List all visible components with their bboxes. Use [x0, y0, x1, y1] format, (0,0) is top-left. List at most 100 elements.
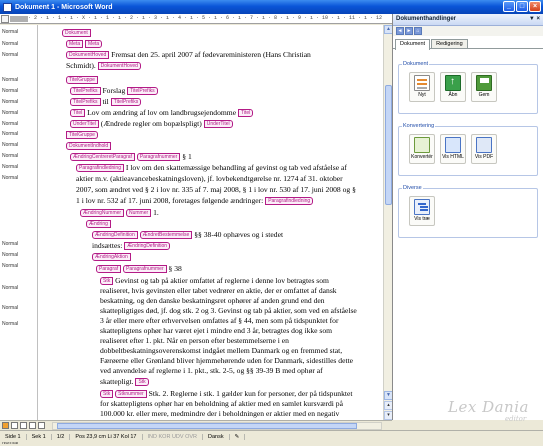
document-text: I lov om den skattemæssige behandling af…	[125, 163, 347, 172]
convert-button-label: Konvertér	[411, 154, 433, 160]
print-view-icon[interactable]	[20, 422, 27, 429]
scroll-thumb[interactable]	[385, 85, 392, 205]
home-icon[interactable]: ⌂	[414, 27, 422, 35]
xml-tag-dokument[interactable]: Dokument	[62, 29, 91, 37]
minimize-button[interactable]: _	[503, 1, 515, 12]
document-text: ved anvendelse af reglerne i 1. pkt., st…	[100, 366, 323, 375]
xml-tag-dokumentindhold[interactable]: DokumentIndhold	[66, 142, 112, 150]
xml-tag-paragraf[interactable]: Paragraf	[96, 265, 122, 273]
view-tree-button[interactable]: Vis træ	[409, 196, 435, 226]
maximize-button[interactable]: □	[516, 1, 528, 12]
new-button-label: Nyt	[418, 92, 426, 98]
open-arrow-icon	[445, 75, 461, 91]
tab-redigering[interactable]: Redigering	[431, 39, 468, 48]
normal-view-icon[interactable]	[2, 422, 9, 429]
web-view-icon[interactable]	[11, 422, 18, 429]
save-button[interactable]: Gem	[471, 72, 497, 102]
convert-icon	[414, 137, 430, 153]
xml-tag-undertitel[interactable]: UnderTitel	[70, 120, 99, 128]
task-pane-close-icon[interactable]: ▼ ×	[529, 16, 540, 22]
ruler-margin	[10, 16, 28, 22]
reading-view-icon[interactable]	[38, 422, 45, 429]
outline-view-icon[interactable]	[29, 422, 36, 429]
group-title: Konvertering	[402, 123, 436, 129]
xml-tag-titel[interactable]: Titel	[70, 109, 86, 117]
style-name: Normal	[2, 305, 19, 311]
xml-tag-undertitel-close[interactable]: UnderTitel	[203, 120, 233, 128]
word-app-icon[interactable]	[3, 2, 12, 12]
horizontal-scroll-thumb[interactable]	[57, 423, 357, 429]
xml-tag-titelprefiks-close[interactable]: TitelPrefiks	[110, 98, 142, 106]
xml-tag-titelgruppe[interactable]: TitelGruppe	[66, 76, 98, 84]
document-text: 100.000 kr. eller mere, medmindre der i …	[100, 409, 340, 418]
xml-tag-stk-close[interactable]: Stk	[135, 378, 149, 386]
new-document-icon	[414, 75, 430, 91]
convert-button[interactable]: Konvertér	[409, 134, 435, 164]
document-text: Stk. 2.	[148, 389, 169, 398]
document-text: § 1	[182, 152, 192, 161]
document-text: Gevinst og tab på aktier omfattet af reg…	[115, 276, 329, 285]
style-name: Normal	[2, 263, 19, 269]
xml-tag-aendringaktion[interactable]: ÆndringAktion	[92, 253, 131, 261]
style-name: Normal	[2, 77, 19, 83]
style-area: Normal Normal Normal Normal Normal Norma…	[0, 25, 38, 446]
style-name: Normal	[2, 175, 19, 181]
xml-tag-dokumenthoved-close[interactable]: DokumentHoved	[97, 62, 141, 70]
style-name: Normal	[2, 164, 19, 170]
document-text: Schmidt).	[66, 61, 96, 70]
open-button[interactable]: Åbn	[440, 72, 466, 102]
status-position: Pos 23,9 cm Li 37 Kol 17	[70, 433, 143, 440]
forward-arrow-icon[interactable]: ►	[405, 27, 413, 35]
xml-tag-titelprefiks[interactable]: TitelPrefiks	[70, 98, 101, 106]
view-html-button-label: Vis HTML	[442, 154, 464, 160]
document-area[interactable]: Normal Normal Normal Normal Normal Norma…	[0, 25, 393, 446]
xml-tag-aendringdefinition[interactable]: ÆndringDefinition	[92, 231, 138, 239]
style-name: Normal	[2, 142, 19, 148]
xml-tag-stk[interactable]: Stk	[100, 277, 114, 285]
xml-tag-paragrafindledning-close[interactable]: Paragrafindledning	[265, 197, 314, 205]
tab-stop-selector[interactable]	[1, 15, 9, 23]
document-text: ophæves og i stedet	[223, 230, 284, 239]
task-pane-tabs: Dokument Redigering	[393, 36, 543, 50]
xml-tag-aendringcentreretparagraf[interactable]: ÆndringCentreretParagraf	[70, 153, 135, 161]
document-page[interactable]: Dokument Meta Meta DokumentHoved Fremsat…	[40, 25, 382, 420]
window-title: Dokument 1 - Microsoft Word	[15, 3, 113, 11]
xml-tag-stk[interactable]: Stk	[100, 390, 114, 398]
xml-tag-paragrafindledning[interactable]: Paragrafindledning	[76, 164, 124, 172]
xml-tag-paragrafnummer[interactable]: Paragrafnummer	[136, 153, 181, 161]
xml-tag-aendring[interactable]: Ændring	[86, 220, 111, 228]
horizontal-ruler[interactable]: · 2 · ı · 1 · ı · X · ı · 1 · ı · 2 · ı …	[0, 14, 392, 24]
back-arrow-icon[interactable]: ◄	[396, 27, 404, 35]
xml-tag-titelprefiks[interactable]: TitelPrefiks	[70, 87, 101, 95]
status-page-count: 1/2	[52, 433, 71, 440]
document-text: 1 i lov nr. 532 af 17. juni 2008, foreta…	[76, 196, 264, 205]
close-button[interactable]: ×	[529, 1, 541, 12]
status-section: Sek 1	[27, 433, 52, 440]
vertical-scrollbar[interactable]: ▲ ▼ ▴ ▾	[383, 25, 393, 420]
xml-tag-titelgruppe-close[interactable]: TitelGruppe	[66, 131, 98, 139]
view-html-button[interactable]: Vis HTML	[440, 134, 466, 164]
document-text: (Ændrede regler om bopælspligt)	[100, 119, 202, 128]
xml-tag-meta-close[interactable]: Meta	[85, 40, 103, 48]
save-button-label: Gem	[478, 92, 490, 98]
horizontal-scrollbar[interactable]	[52, 422, 382, 430]
xml-tag-paragrafnummer[interactable]: Paragrafnummer	[123, 265, 167, 273]
xml-tag-aendringnummer[interactable]: ÆndringNummer	[80, 209, 125, 217]
spelling-status-icon[interactable]: ✎	[230, 433, 246, 440]
group-title: Dokument	[402, 61, 430, 67]
xml-tag-meta[interactable]: Meta	[66, 40, 84, 48]
xml-tag-titel-close[interactable]: Titel	[237, 109, 254, 117]
tab-dokument[interactable]: Dokument	[395, 39, 431, 50]
document-text: Forslag	[102, 86, 126, 95]
new-button[interactable]: Nyt	[409, 72, 435, 102]
xml-tag-stknummer[interactable]: Stknummer	[115, 390, 147, 398]
group-diverse: Diverse Vis træ	[398, 185, 538, 238]
xml-tag-aendringdefinition-close[interactable]: ÆndringDefinition	[124, 242, 171, 250]
xml-tag-nummer[interactable]: Nummer	[125, 209, 152, 217]
xml-tag-titelprefiks-close[interactable]: TitelPrefiks	[127, 87, 158, 95]
xml-tag-aendretbestemmelse[interactable]: ÆndretBestemmelse	[139, 231, 193, 239]
xml-tag-dokumenthoved[interactable]: DokumentHoved	[66, 51, 110, 59]
status-language[interactable]: Dansk	[203, 433, 230, 440]
style-name: Normal	[2, 29, 19, 35]
view-pdf-button[interactable]: Vis PDF	[471, 134, 497, 164]
